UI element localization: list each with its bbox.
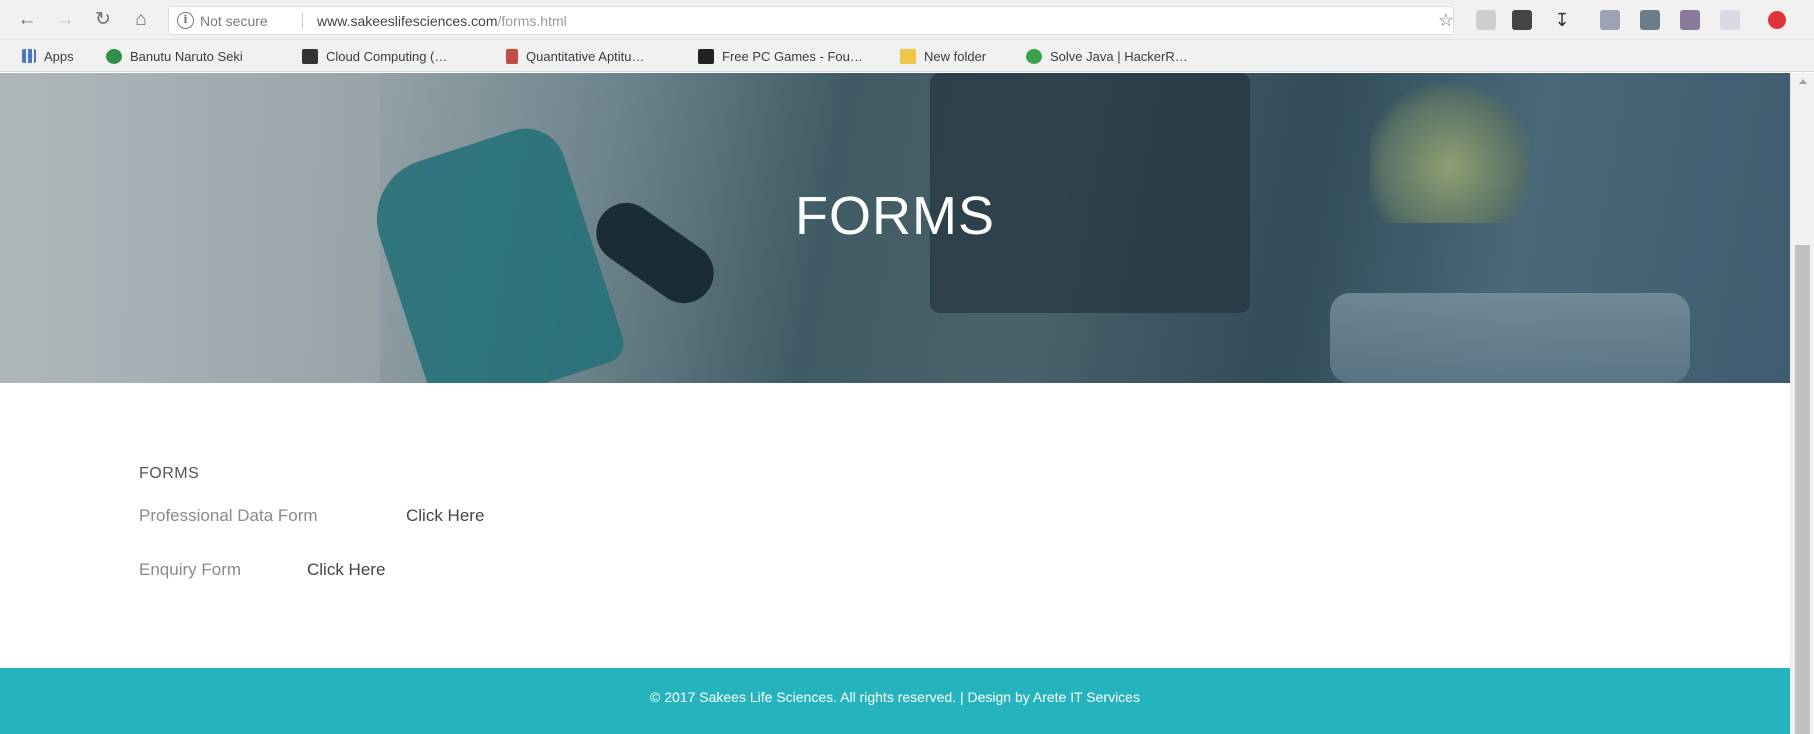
- bookmark-apps[interactable]: Apps: [22, 47, 74, 65]
- bookmark-item[interactable]: Free PC Games - Fou…: [698, 47, 882, 65]
- bookmark-label: Cloud Computing (…: [326, 48, 448, 64]
- bookmark-label: Solve Java | HackerR…: [1050, 48, 1188, 64]
- reload-icon[interactable]: ↻: [90, 7, 116, 33]
- bookmark-item[interactable]: Banutu Naruto Seki: [106, 47, 284, 65]
- page-footer: © 2017 Sakees Life Sciences. All rights …: [0, 668, 1790, 734]
- extension-icon[interactable]: [1512, 10, 1532, 30]
- heart-icon: [106, 48, 122, 64]
- url-host: www.sakeeslifesciences.com: [317, 13, 498, 29]
- footer-copyright: © 2017 Sakees Life Sciences. All rights …: [650, 689, 1140, 705]
- extension-icon[interactable]: [1720, 10, 1740, 30]
- professional-form-link[interactable]: Click Here: [406, 506, 484, 526]
- bookmark-item[interactable]: New folder: [900, 47, 1026, 65]
- hero-title: FORMS: [795, 186, 995, 246]
- page-scrollbar[interactable]: [1790, 73, 1814, 734]
- forward-icon[interactable]: →: [52, 7, 78, 33]
- scroll-up-icon[interactable]: [1799, 79, 1807, 84]
- form-label: Professional Data Form: [139, 506, 318, 525]
- chart-icon: [506, 48, 518, 64]
- home-icon[interactable]: ⌂: [128, 7, 154, 33]
- cloud-icon: [302, 48, 318, 64]
- bookmark-label: New folder: [924, 48, 987, 64]
- scrollbar-thumb[interactable]: [1795, 245, 1810, 734]
- gamepad-icon: [698, 48, 714, 64]
- star-icon[interactable]: ☆: [1436, 10, 1456, 30]
- section-heading: FORMS: [139, 465, 200, 482]
- download-icon[interactable]: ↧: [1552, 10, 1572, 30]
- extension-icon[interactable]: [1640, 10, 1660, 30]
- bookmark-label: Apps: [44, 48, 74, 64]
- browser-toolbar: ← → ↻ ⌂ i Not secure www.sakeeslifescien…: [0, 0, 1814, 40]
- form-label: Enquiry Form: [139, 560, 242, 579]
- bookmarks-bar: Apps Banutu Naruto Seki Cloud Computing …: [0, 40, 1814, 72]
- url-text[interactable]: www.sakeeslifesciences.com/forms.html: [317, 13, 567, 29]
- info-icon[interactable]: i: [177, 12, 194, 29]
- url-path: /forms.html: [497, 13, 567, 29]
- address-divider: [302, 13, 303, 29]
- folder-icon: [900, 48, 916, 64]
- apps-icon: [22, 49, 36, 63]
- reader-icon[interactable]: [1476, 10, 1496, 30]
- hero-banner: FORMS: [0, 73, 1790, 383]
- bookmark-item[interactable]: Quantitative Aptitu…: [506, 47, 676, 65]
- bookmark-label: Quantitative Aptitu…: [526, 48, 645, 64]
- globe-icon: [1026, 48, 1042, 64]
- back-icon[interactable]: ←: [14, 7, 40, 33]
- extension-icon[interactable]: [1680, 10, 1700, 30]
- bookmark-label: Banutu Naruto Seki: [130, 48, 243, 64]
- bookmark-item[interactable]: Cloud Computing (…: [302, 47, 486, 65]
- not-secure-label: Not secure: [200, 13, 268, 29]
- bookmark-item[interactable]: Solve Java | HackerR…: [1026, 47, 1206, 65]
- extension-icon[interactable]: [1600, 10, 1620, 30]
- enquiry-form-link[interactable]: Click Here: [307, 560, 385, 580]
- bookmark-label: Free PC Games - Fou…: [722, 48, 863, 64]
- opera-icon[interactable]: [1768, 11, 1786, 29]
- address-bar[interactable]: i Not secure www.sakeeslifesciences.com/…: [168, 6, 1454, 35]
